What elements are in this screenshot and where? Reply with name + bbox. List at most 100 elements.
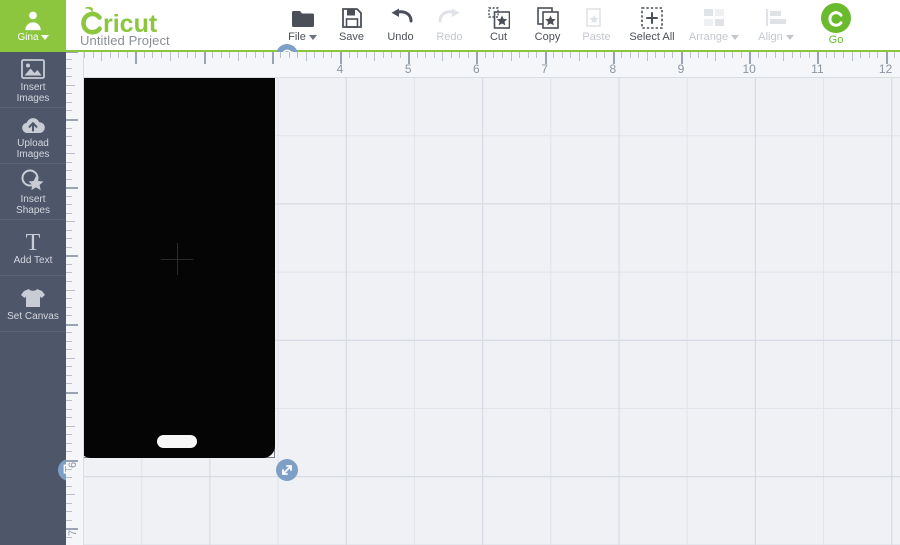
ruler-tick: [66, 536, 72, 538]
ruler-tick: [66, 434, 72, 436]
ruler-tick: [66, 494, 75, 496]
ruler-tick: [66, 383, 72, 385]
cricut-logo: ricut: [78, 5, 188, 35]
ruler-tick: [66, 161, 72, 163]
ruler-tick: [66, 153, 75, 155]
ruler-tick: [143, 52, 145, 58]
ruler-tick: [842, 52, 844, 58]
ruler-label: 12: [878, 62, 893, 76]
select-all-label: Select All: [629, 31, 675, 43]
ruler-tick: [118, 52, 120, 58]
ruler-tick: [783, 52, 785, 61]
ruler-tick: [66, 425, 75, 427]
ruler-tick: [766, 52, 768, 58]
ruler-tick: [66, 204, 72, 206]
ruler-tick: [374, 52, 376, 61]
horizontal-ruler[interactable]: 4 5 6 7 8 9 10 11 12: [66, 52, 900, 78]
sidebar-item-upload-images[interactable]: Upload Images: [0, 108, 66, 164]
ruler-tick: [66, 119, 78, 121]
sidebar-filler: [0, 332, 66, 545]
ruler-tick: [263, 52, 265, 58]
undo-button[interactable]: Undo: [376, 0, 425, 52]
ruler-label: 5: [404, 62, 412, 76]
ruler-label: 6: [473, 62, 480, 76]
ruler-tick: [66, 93, 72, 95]
sidebar-item-set-canvas[interactable]: Set Canvas: [0, 276, 66, 332]
ruler-tick: [425, 52, 427, 58]
folder-icon: [291, 5, 315, 31]
sidebar-label-line1: Add Text: [13, 255, 53, 267]
ruler-tick: [66, 511, 72, 513]
save-button[interactable]: Save: [327, 0, 376, 52]
ruler-tick: [66, 349, 72, 351]
ruler-tick: [66, 255, 78, 258]
ruler-tick: [851, 52, 853, 61]
arrange-icon: [703, 5, 725, 31]
ruler-tick: [348, 52, 350, 58]
ruler-tick: [66, 212, 72, 214]
ruler-tick: [66, 519, 72, 521]
ruler-label: 7: [67, 530, 79, 537]
arrange-menu-button[interactable]: Arrange: [683, 0, 745, 52]
sidebar-item-insert-images[interactable]: Insert Images: [0, 52, 66, 108]
set-canvas-icon: [20, 284, 46, 308]
ruler-tick: [484, 52, 486, 58]
ruler-tick: [101, 52, 103, 61]
user-account-button[interactable]: Gina: [0, 0, 66, 52]
tablet-image[interactable]: [79, 60, 275, 458]
tablet-home-button-icon: [157, 435, 197, 448]
ruler-tick: [66, 485, 72, 487]
paste-button[interactable]: Paste: [572, 0, 621, 52]
select-all-button[interactable]: Select All: [621, 0, 683, 52]
ruler-tick: [527, 52, 529, 58]
ruler-tick: [536, 52, 538, 58]
ruler-tick: [66, 272, 72, 274]
ruler-tick: [604, 52, 606, 58]
ruler-tick: [66, 187, 78, 190]
ruler-tick: [203, 52, 206, 64]
ruler-tick: [834, 52, 836, 58]
ruler-label: 11: [811, 62, 824, 76]
ruler-tick: [629, 52, 631, 58]
ruler-tick: [305, 52, 307, 61]
sidebar-label-line2: Images: [16, 93, 50, 104]
ruler-tick: [595, 52, 597, 58]
ruler-tick: [229, 52, 231, 58]
align-menu-button[interactable]: Align: [745, 0, 807, 52]
paste-box-icon: [585, 5, 608, 31]
ruler-tick: [66, 468, 72, 470]
ruler-tick: [467, 52, 469, 58]
ruler-tick: [689, 52, 691, 58]
copy-button[interactable]: Copy: [523, 0, 572, 52]
resize-diagonal-icon: [282, 465, 292, 475]
ruler-tick: [152, 52, 154, 58]
insert-images-icon: [21, 55, 45, 79]
sidebar-item-insert-shapes[interactable]: Insert Shapes: [0, 164, 66, 220]
go-button[interactable]: Go: [807, 0, 865, 52]
upload-images-icon: [20, 111, 46, 135]
sidebar-label-line2: Images: [16, 149, 50, 160]
ruler-tick: [271, 52, 274, 64]
insert-shapes-icon: [21, 167, 45, 191]
ruler-tick: [553, 52, 555, 58]
sidebar-label-line2: Shapes: [16, 205, 50, 216]
resize-handle[interactable]: [276, 459, 298, 481]
sidebar-item-add-text[interactable]: T Add Text: [0, 220, 66, 276]
sidebar-label-line1: Insert: [20, 193, 46, 205]
ruler-label: 9: [677, 62, 685, 76]
ruler-tick: [800, 52, 802, 58]
redo-button[interactable]: Redo: [425, 0, 474, 52]
vertical-ruler[interactable]: 67: [66, 52, 84, 545]
sidebar-label-line1: Set Canvas: [7, 311, 59, 323]
ruler-tick: [66, 67, 72, 69]
ruler-tick: [757, 52, 759, 58]
chevron-down-icon: [785, 35, 794, 40]
paste-label: Paste: [582, 31, 611, 43]
ruler-tick: [450, 52, 452, 58]
cut-button[interactable]: Cut: [474, 0, 523, 52]
ruler-tick: [561, 52, 563, 58]
ruler-tick: [66, 238, 72, 240]
ruler-tick: [84, 52, 86, 58]
ruler-tick: [66, 323, 78, 326]
ruler-tick: [66, 391, 78, 394]
